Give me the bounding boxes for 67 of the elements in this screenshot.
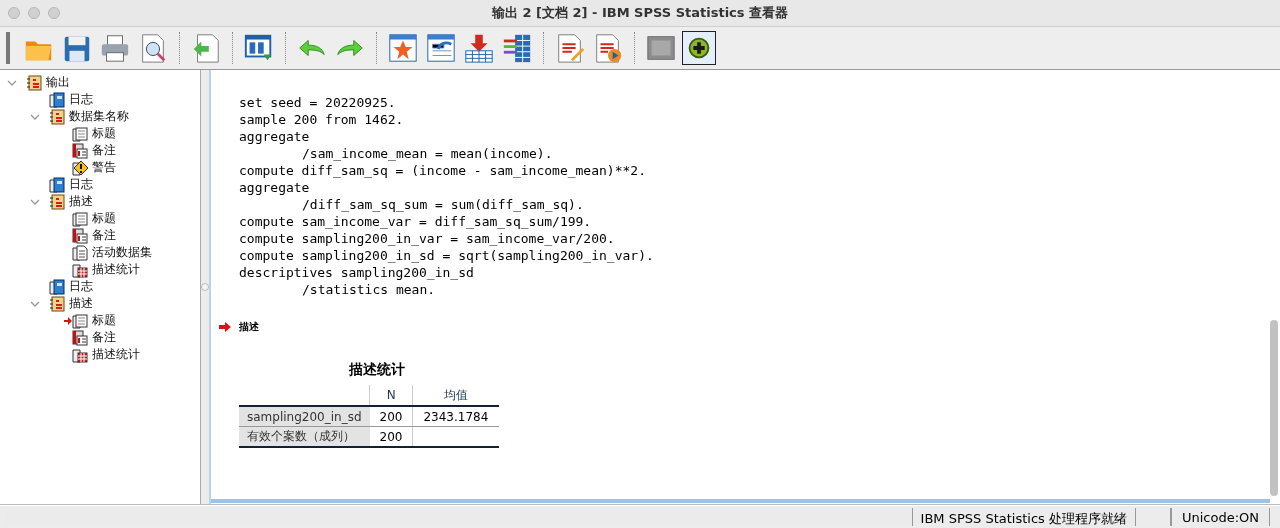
row-header: 有效个案数（成列） <box>239 426 370 447</box>
add-button[interactable] <box>682 31 716 65</box>
syntax-line: /sam_income_mean = mean(income). <box>301 145 553 162</box>
window-title: 输出 2 [文档 2] - IBM SPSS Statistics 查看器 <box>491 4 789 22</box>
tree-item[interactable]: 标题 <box>92 312 116 329</box>
section-heading: 描述 <box>239 320 259 334</box>
tree-item[interactable]: 输出 <box>46 74 70 91</box>
book-icon <box>49 295 66 312</box>
log-icon <box>49 91 66 108</box>
tree-item[interactable]: 备注 <box>92 142 116 159</box>
horizontal-scrollbar[interactable] <box>211 499 1270 503</box>
syntax-line: /diff_sam_sq_sum = sum(diff_sam_sq). <box>301 196 584 213</box>
table-title: 描述统计 <box>349 361 406 379</box>
book-icon <box>49 193 66 210</box>
syntax-line: aggregate <box>239 179 310 196</box>
table-icon <box>72 261 89 278</box>
window-control[interactable] <box>28 7 40 19</box>
syntax-line: compute sampling200_in_sd = sqrt(sampling200_in_var). <box>239 247 654 264</box>
column-header: 均值 <box>412 385 500 406</box>
tree-item[interactable]: 描述 <box>69 193 93 210</box>
note-icon <box>72 329 89 346</box>
title-icon <box>72 210 89 227</box>
tree-item[interactable]: 描述统计 <box>92 346 140 363</box>
table-cell: 200 <box>369 426 413 447</box>
tree-item[interactable]: 日志 <box>69 91 93 108</box>
note-icon <box>72 142 89 159</box>
tree-item[interactable]: 活动数据集 <box>92 244 152 261</box>
encoding-status: Unicode:ON <box>1170 508 1270 526</box>
tree-item[interactable]: 数据集名称 <box>69 108 129 125</box>
table-cell: 2343.1784 <box>412 406 500 427</box>
star-table-button[interactable] <box>386 31 420 65</box>
note-icon <box>72 227 89 244</box>
tree-item[interactable]: 备注 <box>92 329 116 346</box>
log-icon <box>49 278 66 295</box>
syntax-line: aggregate <box>239 128 310 145</box>
status-text: IBM SPSS Statistics 处理程序就绪 <box>912 508 1136 526</box>
warning-icon <box>72 159 89 176</box>
tree-item[interactable]: 日志 <box>69 176 93 193</box>
tree-item[interactable]: 日志 <box>69 278 93 295</box>
tree-item[interactable]: 标题 <box>92 125 116 142</box>
syntax-line: /statistics mean. <box>301 281 436 298</box>
syntax-line: set seed = 20220925. <box>239 94 396 111</box>
window-control[interactable] <box>8 7 20 19</box>
syntax-line: compute diff_sam_sq = (income - sam_income_mean)**2. <box>239 162 646 179</box>
tree-item[interactable]: 描述 <box>69 295 93 312</box>
tree-item[interactable]: 警告 <box>92 159 116 176</box>
tree-item[interactable]: 标题 <box>92 210 116 227</box>
pointer-arrow-icon <box>219 322 231 332</box>
text-icon <box>72 244 89 261</box>
book-icon <box>49 108 66 125</box>
syntax-line: sample 200 from 1462. <box>239 111 404 128</box>
syntax-line: descriptives sampling200_in_sd <box>239 264 474 281</box>
window-control[interactable] <box>48 7 60 19</box>
syntax-line: compute sam_income_var = diff_sam_sq_sum/199. <box>239 213 592 230</box>
scrollbar-thumb[interactable] <box>1270 320 1278 496</box>
column-header: N <box>369 385 413 406</box>
syntax-line: compute sampling200_in_var = sam_income_var/200. <box>239 230 615 247</box>
table-arrow-button[interactable] <box>424 31 458 65</box>
tree-item[interactable]: 备注 <box>92 227 116 244</box>
table-cell: 200 <box>369 406 413 427</box>
title-icon <box>72 125 89 142</box>
table-icon <box>72 346 89 363</box>
row-header: sampling200_in_sd <box>239 406 370 427</box>
title-icon <box>72 312 89 329</box>
book-icon <box>26 74 43 91</box>
log-icon <box>49 176 66 193</box>
tree-item[interactable]: 描述统计 <box>92 261 140 278</box>
